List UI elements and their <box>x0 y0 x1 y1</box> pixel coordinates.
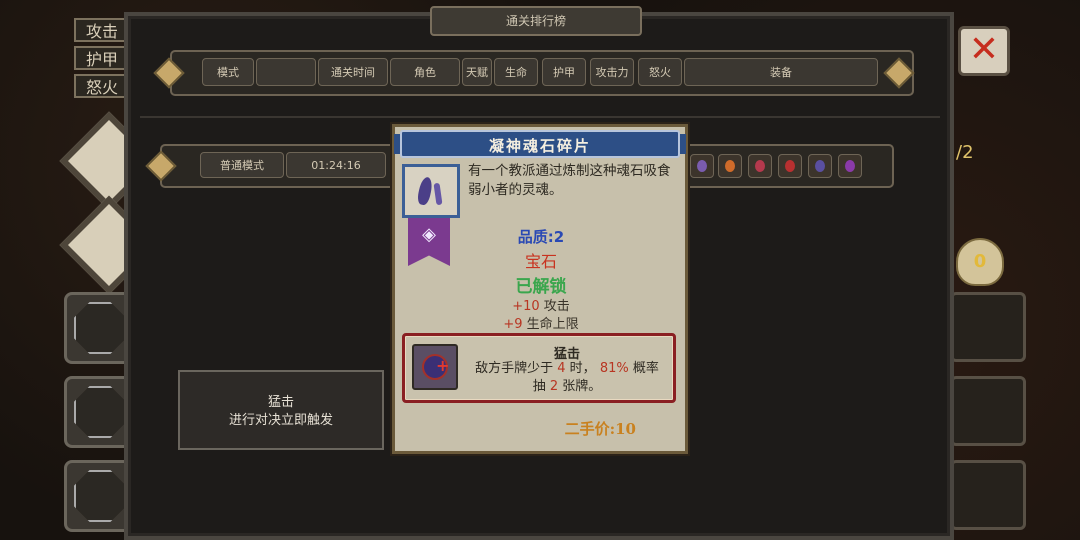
stat-max-hp: +9 生命上限 <box>400 313 682 332</box>
row-time: 01:24:16 <box>286 152 386 178</box>
counter-text: /2 <box>956 142 974 163</box>
item-status: 已解锁 <box>515 277 567 297</box>
skill-value: 2 <box>549 379 559 394</box>
divider <box>140 116 940 118</box>
leaderboard-header: 模式 通关时间 角色 天赋 生命 护甲 攻击力 怒火 装备 <box>153 50 915 96</box>
col-armor: 护甲 <box>542 58 586 86</box>
skill-text: 敌方手牌少于 <box>475 361 554 376</box>
col-clear-time: 通关时间 <box>318 58 388 86</box>
skill-value: 81% <box>599 361 629 376</box>
bar-end-ornament <box>883 57 915 89</box>
skill-icon: + <box>412 344 458 390</box>
skill-text: 概率 <box>632 361 659 376</box>
stat-attack: +10 攻击 <box>400 295 682 314</box>
tooltip-title: 猛击 <box>267 395 294 410</box>
equipment-icon[interactable] <box>718 154 742 178</box>
col-blank <box>256 58 316 86</box>
item-image <box>402 164 460 218</box>
stat-label: 攻击 <box>543 299 570 314</box>
equipment-icon[interactable] <box>838 154 862 178</box>
equipment-icon[interactable] <box>808 154 832 178</box>
panel-title: 通关排行榜 <box>430 6 642 36</box>
item-category: 宝石 <box>524 252 557 271</box>
col-rage: 怒火 <box>638 58 682 86</box>
stat-value: +10 <box>512 299 540 314</box>
bag-count: 0 <box>973 251 987 272</box>
col-mode: 模式 <box>202 58 254 86</box>
item-name: 凝神魂石碎片 <box>400 130 680 158</box>
soul-shard-icon <box>433 182 443 206</box>
plus-icon: + <box>436 356 450 375</box>
skill-value: 4 <box>557 361 566 376</box>
col-character: 角色 <box>390 58 460 86</box>
stat-value: +9 <box>503 317 523 332</box>
close-button[interactable]: ✕ <box>958 26 1010 76</box>
stat-label: 生命上限 <box>526 317 579 332</box>
equipment-icon[interactable] <box>778 154 802 178</box>
col-hp: 生命 <box>494 58 538 86</box>
slot-frame-icon <box>74 386 126 438</box>
row-mode: 普通模式 <box>200 152 284 178</box>
coin-bag-icon: 0 <box>956 238 1004 286</box>
skill-text: 时， <box>569 361 596 376</box>
tooltip-text: 进行对决立即触发 <box>228 413 333 428</box>
equipment-slot[interactable] <box>950 376 1026 446</box>
col-equipment: 装备 <box>684 58 878 86</box>
item-quality: 品质:2 <box>517 228 565 246</box>
equipment-slot[interactable] <box>950 460 1026 530</box>
col-talent: 天赋 <box>462 58 492 86</box>
skill-description: 敌方手牌少于 4 时， 81% 概率 抽 2 张牌。 <box>464 360 670 396</box>
equipment-icon[interactable] <box>690 154 714 178</box>
resale-price: 二手价:10 <box>564 420 636 438</box>
item-description: 有一个教派通过炼制这种魂石吸食弱小者的灵魂。 <box>468 163 671 198</box>
equipment-slot[interactable] <box>950 292 1026 362</box>
skill-text: 抽 <box>532 379 546 394</box>
slot-frame-icon <box>74 302 126 354</box>
skill-text: 张牌。 <box>562 379 602 394</box>
equipment-icon[interactable] <box>748 154 772 178</box>
col-attack: 攻击力 <box>590 58 634 86</box>
skill-tooltip: 猛击 进行对决立即触发 <box>178 370 384 450</box>
slot-frame-icon <box>74 470 126 522</box>
soul-shard-icon <box>416 176 434 206</box>
